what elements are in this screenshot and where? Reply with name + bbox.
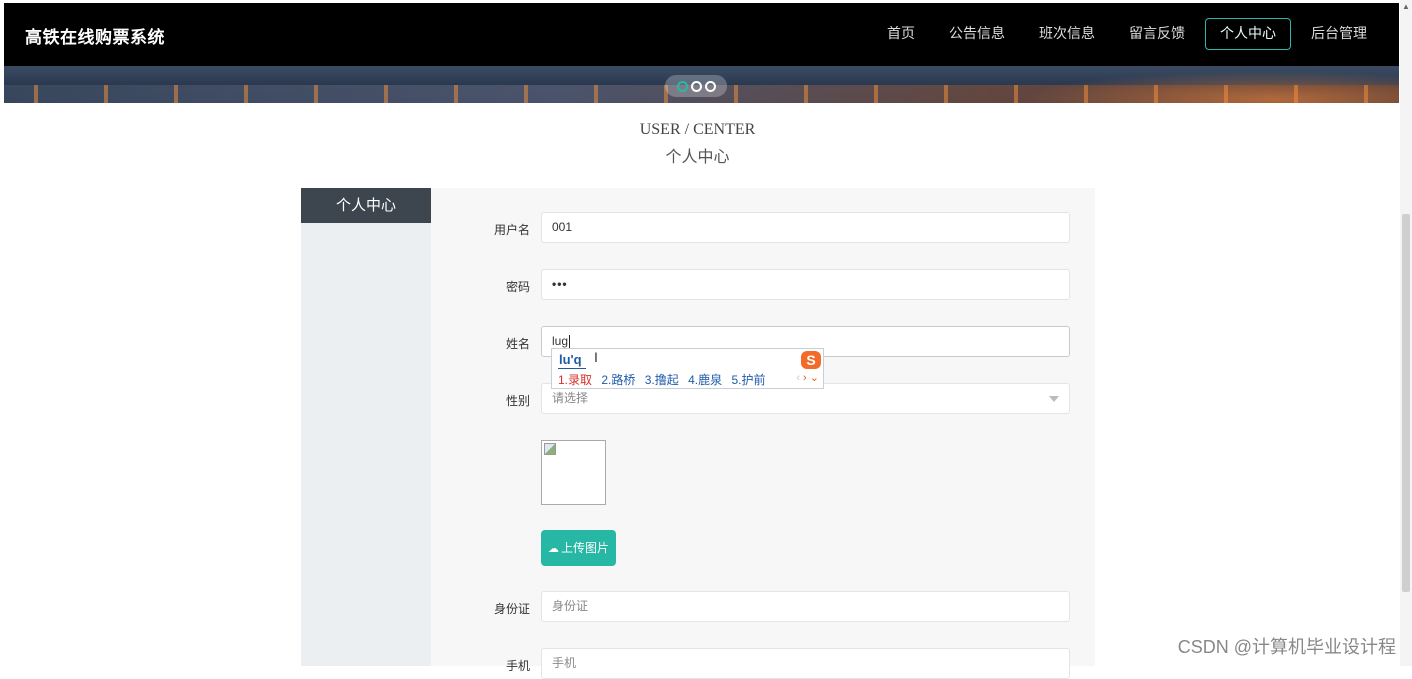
- carousel-indicators: [665, 75, 727, 97]
- scroll-up-arrow-icon[interactable]: ▲: [1402, 2, 1410, 11]
- site-brand[interactable]: 高铁在线购票系统: [25, 23, 165, 48]
- password-input[interactable]: •••: [541, 269, 1070, 300]
- avatar-image-preview: [541, 440, 606, 505]
- carousel-dot-2[interactable]: [690, 80, 702, 92]
- id-card-input[interactable]: 身份证: [541, 591, 1070, 622]
- ime-candidate[interactable]: 4.鹿泉: [688, 373, 722, 387]
- sidebar-item-user-center[interactable]: 个人中心: [301, 188, 431, 223]
- password-label: 密码: [505, 280, 530, 294]
- ime-candidate[interactable]: 2.路桥: [601, 373, 635, 387]
- ime-candidates: 1.录取 2.路桥 3.撸起 4.鹿泉 5.护前: [558, 371, 771, 388]
- broken-image-icon: [544, 443, 556, 455]
- scrollbar-thumb[interactable]: [1402, 214, 1410, 592]
- upload-image-button[interactable]: ☁ 上传图片: [541, 530, 616, 566]
- name-input-value: lug: [552, 334, 569, 348]
- ime-logo-icon: S: [801, 351, 821, 369]
- main-nav: 首页 公告信息 班次信息 留言反馈 个人中心 后台管理: [867, 18, 1381, 50]
- banner-glow: [979, 66, 1399, 103]
- ime-candidate[interactable]: 3.撸起: [645, 373, 679, 387]
- cloud-upload-icon: ☁: [547, 543, 559, 555]
- ime-candidate[interactable]: 5.护前: [731, 373, 765, 387]
- id-card-label: 身份证: [493, 602, 530, 616]
- section-title-cn: 个人中心: [665, 149, 730, 166]
- gender-select-placeholder: 请选择: [552, 391, 589, 405]
- carousel-dot-3[interactable]: [704, 80, 716, 92]
- upload-button-label: 上传图片: [560, 541, 609, 555]
- ime-prev-page-icon[interactable]: ‹: [796, 372, 800, 384]
- section-title-en: USER / CENTER: [639, 121, 756, 138]
- ime-page-nav: ‹ › ⌄: [796, 371, 819, 384]
- nav-home[interactable]: 首页: [873, 18, 929, 48]
- ime-expand-icon[interactable]: ⌄: [810, 372, 819, 384]
- phone-input[interactable]: 手机: [541, 648, 1070, 679]
- nav-feedback[interactable]: 留言反馈: [1115, 18, 1199, 48]
- gender-label: 性别: [505, 394, 530, 408]
- text-caret: [569, 334, 571, 349]
- username-label: 用户名: [493, 223, 530, 237]
- nav-user-center[interactable]: 个人中心: [1205, 18, 1291, 50]
- ime-composition-underline: [558, 368, 586, 369]
- text-cursor-icon: I: [594, 349, 598, 365]
- nav-announcements[interactable]: 公告信息: [935, 18, 1019, 48]
- nav-admin[interactable]: 后台管理: [1297, 18, 1381, 48]
- ime-composition: lu'q: [559, 352, 582, 367]
- username-input[interactable]: 001: [541, 212, 1070, 243]
- top-navbar: 高铁在线购票系统 首页 公告信息 班次信息 留言反馈 个人中心 后台管理: [4, 3, 1399, 66]
- csdn-watermark: CSDN @计算机毕业设计程: [1177, 637, 1396, 657]
- dropdown-arrow-icon: [1049, 396, 1059, 402]
- ime-candidate-popup: lu'q S 1.录取 2.路桥 3.撸起 4.鹿泉 5.护前 ‹ › ⌄: [551, 348, 824, 389]
- ime-candidate[interactable]: 1.录取: [558, 373, 592, 387]
- name-label: 姓名: [505, 337, 530, 351]
- ime-next-page-icon[interactable]: ›: [803, 372, 807, 384]
- nav-schedules[interactable]: 班次信息: [1025, 18, 1109, 48]
- sidebar: 个人中心: [301, 188, 431, 666]
- carousel-dot-1[interactable]: [676, 80, 688, 92]
